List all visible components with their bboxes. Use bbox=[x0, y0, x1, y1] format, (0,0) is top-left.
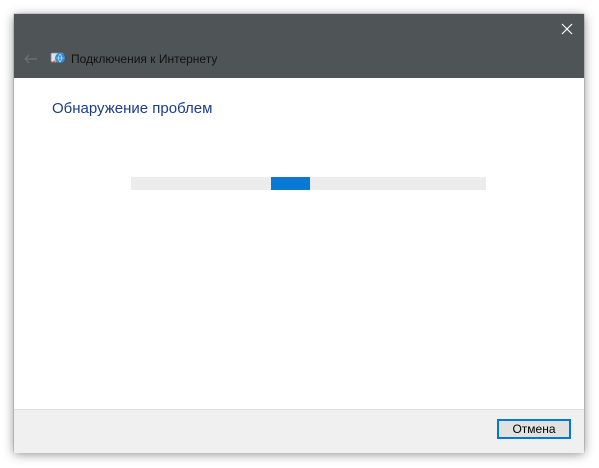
back-button[interactable] bbox=[23, 51, 39, 67]
title-bar: Подключения к Интернету bbox=[14, 14, 584, 78]
troubleshooter-window: Подключения к Интернету Обнаружение проб… bbox=[14, 14, 584, 453]
close-button[interactable] bbox=[550, 14, 584, 44]
footer-bar: Отмена bbox=[14, 409, 584, 453]
network-troubleshooter-icon bbox=[50, 50, 66, 66]
back-arrow-icon bbox=[24, 54, 37, 64]
cancel-button[interactable]: Отмена bbox=[497, 419, 571, 439]
window-title: Подключения к Интернету bbox=[71, 52, 218, 66]
close-icon bbox=[561, 23, 573, 35]
progress-bar bbox=[131, 177, 486, 190]
progress-marquee-chunk bbox=[270, 177, 310, 190]
page-heading: Обнаружение проблем bbox=[52, 100, 213, 117]
